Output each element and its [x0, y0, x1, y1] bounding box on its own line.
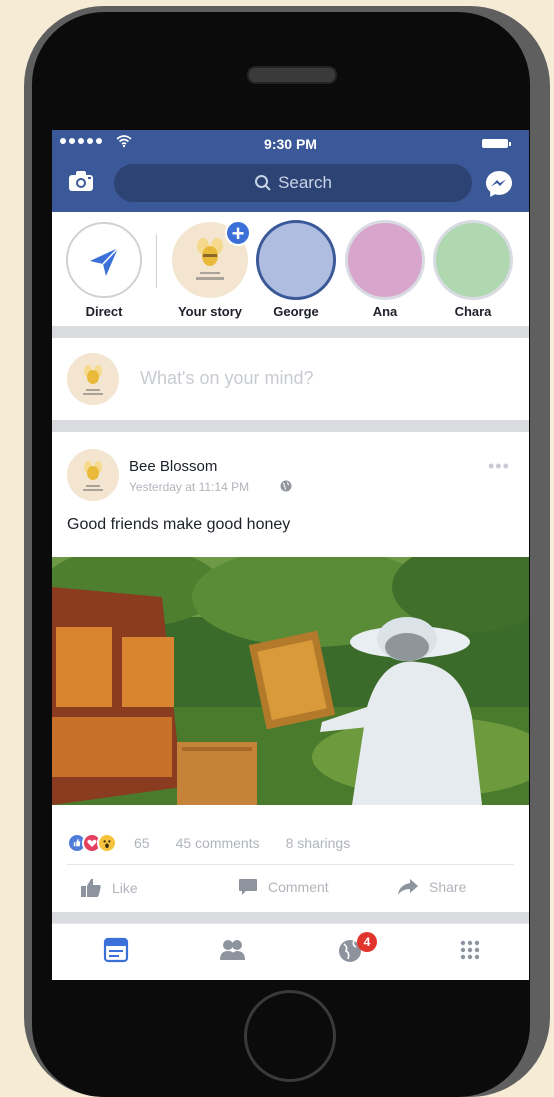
status-time: 9:30 PM	[264, 136, 317, 152]
menu-grid-icon[interactable]	[456, 936, 484, 964]
app-screen: 9:30 PM Search Direct + Your story Georg…	[52, 130, 529, 980]
composer[interactable]: What's on your mind?	[52, 338, 529, 420]
search-icon	[255, 175, 271, 191]
add-story-button[interactable]: +	[225, 220, 251, 246]
engagement-counts: 65 45 comments 8 sharings	[134, 835, 350, 851]
share-label: Share	[429, 879, 467, 895]
comment-label: Comment	[268, 879, 329, 895]
stories-divider	[156, 234, 157, 288]
story-label-ana: Ana	[372, 304, 398, 319]
messenger-icon[interactable]	[484, 169, 514, 199]
news-feed-icon[interactable]	[102, 936, 130, 964]
story-label-your-story: Your story	[177, 304, 243, 319]
story-chara[interactable]	[433, 220, 513, 300]
stories-row: Direct + Your story George Ana Chara	[52, 212, 529, 324]
reaction-count[interactable]: 65	[134, 835, 150, 851]
status-bar: 9:30 PM	[52, 130, 529, 156]
post-text: Good friends make good honey	[67, 516, 291, 533]
story-label-direct: Direct	[85, 304, 123, 319]
home-button[interactable]	[244, 990, 336, 1082]
more-options-icon[interactable]: •••	[488, 456, 510, 477]
search-bar[interactable]: Search	[114, 164, 472, 202]
story-ana[interactable]	[345, 220, 425, 300]
thumbs-up-icon	[81, 879, 101, 897]
separator	[52, 326, 529, 338]
story-george[interactable]	[256, 220, 336, 300]
author-avatar[interactable]	[67, 449, 119, 501]
composer-placeholder: What's on your mind?	[140, 368, 314, 388]
like-button[interactable]: Like	[80, 878, 138, 898]
search-label: Search	[278, 173, 332, 192]
comment-icon	[239, 879, 257, 895]
post-author[interactable]: Bee Blossom	[129, 458, 217, 475]
story-label-chara: Chara	[454, 304, 492, 319]
post-timestamp[interactable]: Yesterday at 11:14 PM	[129, 480, 249, 494]
actions-divider	[67, 864, 514, 865]
like-label: Like	[112, 880, 138, 896]
separator	[52, 420, 529, 432]
top-bar: 9:30 PM Search	[52, 130, 529, 212]
friends-icon[interactable]	[218, 936, 246, 964]
battery-icon	[482, 139, 511, 148]
camera-icon[interactable]	[68, 170, 94, 192]
tab-bar: 4	[52, 923, 529, 980]
post-card: Bee Blossom Yesterday at 11:14 PM ••• Go…	[52, 432, 529, 922]
share-button[interactable]: Share	[397, 878, 466, 896]
notification-badge: 4	[357, 932, 377, 952]
comments-count[interactable]: 45 comments	[176, 835, 260, 851]
share-arrow-icon	[398, 879, 418, 895]
post-photo[interactable]	[52, 557, 529, 805]
send-icon	[90, 247, 119, 276]
sharings-count[interactable]: 8 sharings	[286, 835, 351, 851]
story-label-george: George	[273, 304, 319, 319]
comment-button[interactable]: Comment	[238, 878, 329, 896]
phone-speaker	[247, 66, 337, 84]
wow-reaction-icon	[97, 833, 117, 853]
reaction-icons[interactable]	[67, 832, 117, 854]
composer-avatar	[67, 353, 119, 405]
globe-icon	[280, 480, 292, 492]
story-direct[interactable]	[66, 222, 142, 298]
